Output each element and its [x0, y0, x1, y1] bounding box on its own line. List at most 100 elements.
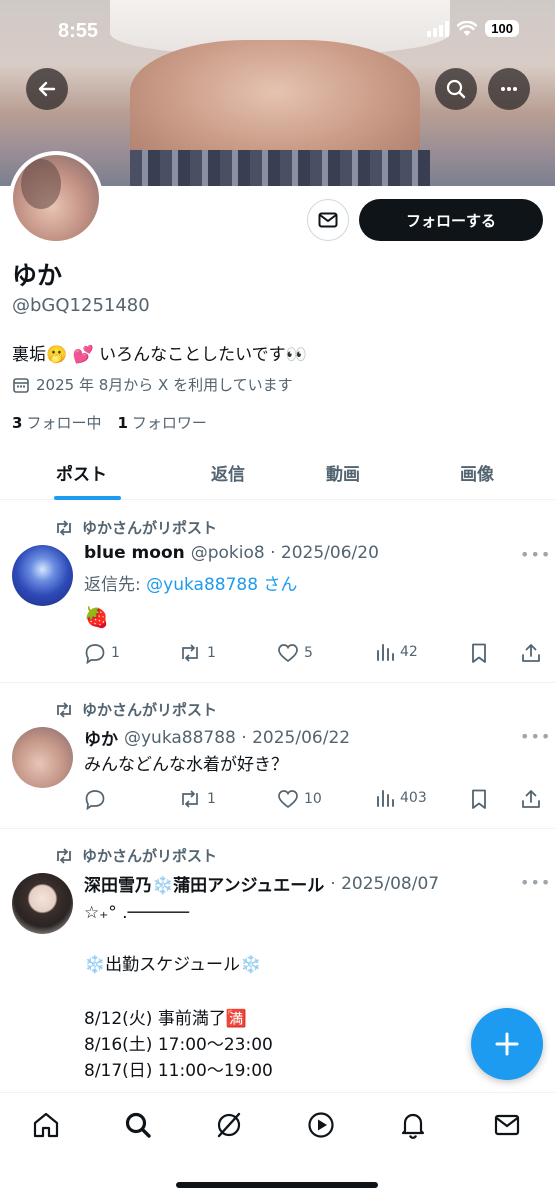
- post-more-button[interactable]: •••: [520, 727, 551, 746]
- envelope-icon: [318, 212, 338, 228]
- repost-button[interactable]: 1: [178, 642, 216, 664]
- post-header: ゆか @yuka88788 · 2025/06/22: [84, 725, 351, 751]
- bookmark-button[interactable]: [469, 642, 489, 664]
- mail-icon: [494, 1114, 520, 1136]
- reply-button[interactable]: 1: [84, 642, 120, 664]
- post-meta: @yuka88788 · 2025/06/22: [124, 727, 351, 748]
- post-author-name[interactable]: blue moon: [84, 543, 185, 563]
- nav-grok[interactable]: [213, 1109, 245, 1141]
- reply-mention-link[interactable]: @yuka88788 さん: [146, 575, 297, 595]
- repost-count: 1: [207, 791, 216, 807]
- plus-icon: [495, 1032, 519, 1056]
- repost-indicator: ゆかさんがリポスト: [54, 517, 217, 538]
- post-text: 🍓: [84, 605, 109, 629]
- home-indicator: [176, 1182, 378, 1188]
- back-button[interactable]: [26, 68, 68, 110]
- share-button[interactable]: [520, 642, 542, 664]
- active-tab-indicator: [54, 496, 121, 500]
- nav-home[interactable]: [30, 1109, 62, 1141]
- tab-replies[interactable]: 返信: [211, 460, 245, 485]
- search-button[interactable]: [435, 68, 477, 110]
- message-button[interactable]: [307, 199, 349, 241]
- post-author-name[interactable]: 深田雪乃❄️蒲田アンジュエール: [84, 871, 324, 896]
- battery-indicator: 100: [485, 20, 519, 37]
- followers-link[interactable]: 1 フォロワー: [117, 412, 206, 433]
- home-icon: [33, 1112, 59, 1138]
- post-header: 深田雪乃❄️蒲田アンジュエール · 2025/08/07: [84, 871, 440, 897]
- search-icon: [125, 1112, 151, 1138]
- post-text-line: 8/12(火) 事前満了🈵: [84, 1009, 248, 1029]
- joined-text: 2025 年 8月から X を利用しています: [36, 376, 293, 394]
- more-options-button[interactable]: [488, 68, 530, 110]
- bar-chart-icon: [377, 644, 394, 661]
- post-more-button[interactable]: •••: [520, 545, 551, 564]
- share-button[interactable]: [520, 788, 542, 810]
- more-horizontal-icon: [501, 87, 517, 91]
- bookmark-button[interactable]: [469, 788, 489, 810]
- reply-icon: [85, 790, 105, 810]
- repost-label: ゆかさんがリポスト: [82, 847, 218, 865]
- repost-icon: [57, 847, 71, 864]
- views-button[interactable]: 403: [375, 788, 427, 808]
- like-button[interactable]: 10: [277, 788, 322, 810]
- display-name: ゆか: [12, 261, 63, 290]
- reply-button[interactable]: [84, 788, 111, 810]
- calendar-icon: [13, 377, 29, 393]
- cellular-signal-icon: [427, 20, 450, 37]
- repost-indicator: ゆかさんがリポスト: [54, 845, 217, 866]
- views-button[interactable]: 42: [375, 642, 418, 662]
- post-text: みんなどんな水着が好き？: [84, 755, 288, 775]
- post-header: blue moon @pokio8 · 2025/06/20: [84, 543, 379, 563]
- nav-messages[interactable]: [491, 1109, 523, 1141]
- heart-icon: [278, 644, 298, 663]
- profile-avatar[interactable]: [9, 151, 103, 245]
- repost-count: 1: [207, 645, 216, 661]
- following-label: フォロー中: [26, 414, 102, 432]
- post-text-line: ❄️出勤スケジュール❄️: [84, 955, 262, 975]
- grok-icon: [217, 1112, 241, 1138]
- nav-search[interactable]: [122, 1109, 154, 1141]
- post-item[interactable]: ゆかさんがリポスト blue moon @pokio8 · 2025/06/20…: [0, 501, 555, 683]
- follow-button[interactable]: フォローする: [359, 199, 543, 241]
- post-actions: 1 1 5 42: [84, 642, 544, 666]
- post-actions: 1 10 403: [84, 788, 544, 812]
- post-more-button[interactable]: •••: [520, 873, 551, 892]
- repost-indicator: ゆかさんがリポスト: [54, 699, 217, 720]
- tab-posts[interactable]: ポスト: [56, 460, 107, 485]
- heart-icon: [278, 790, 298, 809]
- repost-icon: [57, 701, 71, 718]
- followers-count: 1: [117, 414, 128, 432]
- post-meta: @pokio8 · 2025/06/20: [190, 543, 379, 563]
- bookmark-icon: [472, 789, 486, 809]
- play-icon: [308, 1112, 334, 1138]
- tab-videos[interactable]: 動画: [326, 460, 360, 485]
- post-author-name[interactable]: ゆか: [84, 725, 118, 750]
- post-author-avatar[interactable]: [12, 727, 73, 788]
- bar-chart-icon: [377, 790, 394, 807]
- repost-button[interactable]: 1: [178, 788, 216, 810]
- views-count: 403: [400, 790, 427, 806]
- share-icon: [522, 644, 540, 662]
- like-button[interactable]: 5: [277, 642, 313, 664]
- followers-label: フォロワー: [131, 414, 207, 432]
- arrow-left-icon: [38, 81, 56, 97]
- joined-date: 2025 年 8月から X を利用しています: [12, 374, 293, 395]
- follow-stats: 3 フォロー中 1 フォロワー: [12, 412, 207, 433]
- repost-icon: [182, 644, 198, 662]
- post-meta: · 2025/08/07: [330, 873, 440, 894]
- views-count: 42: [400, 644, 418, 660]
- post-text-line: 8/16(土) 17:00～23:00: [84, 1035, 273, 1055]
- compose-button[interactable]: [471, 1008, 543, 1080]
- following-link[interactable]: 3 フォロー中: [12, 412, 101, 433]
- like-count: 5: [304, 645, 313, 661]
- nav-notifications[interactable]: [397, 1109, 429, 1141]
- tab-images[interactable]: 画像: [460, 460, 494, 485]
- repost-label: ゆかさんがリポスト: [82, 519, 218, 537]
- search-icon: [446, 79, 466, 99]
- post-item[interactable]: ゆかさんがリポスト ゆか @yuka88788 · 2025/06/22 •••…: [0, 683, 555, 829]
- nav-video[interactable]: [305, 1109, 337, 1141]
- repost-icon: [57, 519, 71, 536]
- post-author-avatar[interactable]: [12, 873, 73, 934]
- repost-icon: [182, 790, 198, 808]
- post-author-avatar[interactable]: [12, 545, 73, 606]
